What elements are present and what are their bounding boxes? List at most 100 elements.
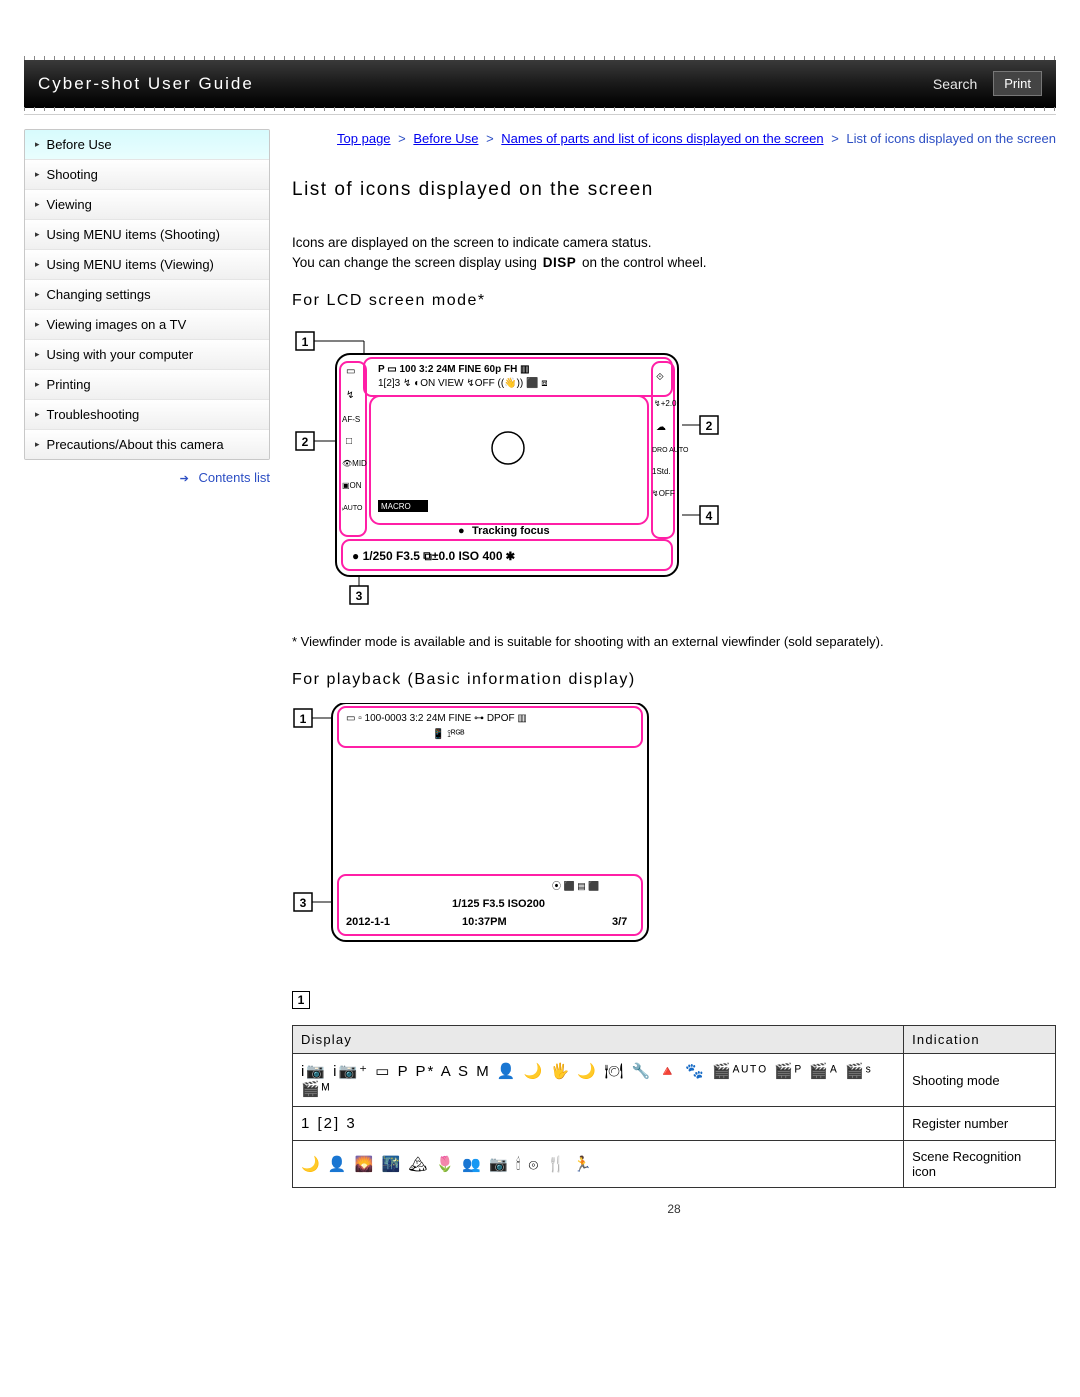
disp-icon: DISP — [541, 253, 579, 274]
intro-line-1: Icons are displayed on the screen to ind… — [292, 235, 651, 250]
chevron-right-icon: ▸ — [35, 349, 40, 360]
breadcrumb-sep: > — [398, 131, 406, 146]
pb-line1: 1/125 F3.5 ISO200 — [452, 898, 545, 910]
breadcrumb-link[interactable]: Top page — [337, 131, 391, 146]
table-row: i📷 i📷⁺ ▭ P P* A S M 👤 🌙 🖐 🌙 🍽 🔧 🔺 🐾 🎬ᴬᵁᵀ… — [293, 1054, 1056, 1107]
lcd-diagram: 1 2 3 2 4 — [292, 324, 1056, 614]
lcd-right-1: ↯+2.0 — [654, 399, 677, 408]
playback-diagram-svg: 1 3 ▭ ▫ 100-0003 3:2 24M FINE — [292, 703, 692, 953]
sidebar: ▸ Before Use ▸ Shooting ▸ Viewing ▸ Usin… — [24, 129, 270, 485]
sidebar-item-label: Viewing — [47, 197, 92, 212]
lcd-left-2: AF-S — [342, 415, 360, 424]
breadcrumb-sep: > — [486, 131, 494, 146]
breadcrumb-sep: > — [831, 131, 839, 146]
section-playback-heading: For playback (Basic information display) — [292, 671, 1056, 689]
indication-cell: Shooting mode — [904, 1054, 1056, 1107]
intro-line-2a: You can change the screen display using — [292, 255, 537, 270]
contents-list-link[interactable]: Contents list — [198, 470, 270, 485]
sidebar-item-menu-viewing[interactable]: ▸ Using MENU items (Viewing) — [25, 250, 269, 280]
pb-top-row: ▭ ▫ 100-0003 3:2 24M FINE ⊶ DPOF ▥ — [346, 713, 527, 724]
lcd-left-6: ᵢAUTO — [342, 505, 363, 512]
lcd-left-5: ▣ON — [342, 481, 362, 490]
sidebar-item-label: Changing settings — [47, 287, 151, 302]
chevron-right-icon: ▸ — [35, 139, 40, 150]
chevron-right-icon: ▸ — [35, 199, 40, 210]
sidebar-item-label: Using MENU items (Shooting) — [47, 227, 220, 242]
display-icons-cell: i📷 i📷⁺ ▭ P P* A S M 👤 🌙 🖐 🌙 🍽 🔧 🔺 🐾 🎬ᴬᵁᵀ… — [293, 1054, 904, 1107]
intro-line-2b: on the control wheel. — [582, 255, 707, 270]
callout-2r: 2 — [706, 419, 713, 433]
chevron-right-icon: ▸ — [35, 259, 40, 270]
sidebar-nav: ▸ Before Use ▸ Shooting ▸ Viewing ▸ Usin… — [24, 129, 270, 460]
lcd-right-2: ☁ — [656, 422, 666, 433]
header-bar: Cyber-shot User Guide Search Print — [24, 60, 1056, 108]
sidebar-item-label: Viewing images on a TV — [47, 317, 187, 332]
sidebar-item-viewing-tv[interactable]: ▸ Viewing images on a TV — [25, 310, 269, 340]
header-decoration-top — [24, 56, 1056, 60]
sidebar-item-before-use[interactable]: ▸ Before Use — [25, 130, 269, 160]
section-lcd-heading: For LCD screen mode* — [292, 292, 1056, 310]
search-link[interactable]: Search — [933, 76, 977, 92]
lcd-left-1: ↯ — [346, 390, 354, 401]
indication-cell: Scene Recognition icon — [904, 1141, 1056, 1188]
chevron-right-icon: ▸ — [35, 439, 40, 450]
icon-table: Display Indication i📷 i📷⁺ ▭ P P* A S M 👤… — [292, 1025, 1056, 1188]
sidebar-item-label: Using with your computer — [47, 347, 194, 362]
pb-top-row2: 📱 ⟟ᴿᴳᴮ — [432, 727, 465, 740]
th-display: Display — [293, 1026, 904, 1054]
pb-count: 3/7 — [612, 916, 627, 928]
lcd-left-4: 👁MID — [342, 459, 367, 468]
header-decoration-bottom — [24, 107, 1056, 111]
arrow-right-icon: ➔ — [180, 473, 189, 485]
breadcrumb: Top page > Before Use > Names of parts a… — [292, 129, 1056, 149]
callout-pb-3: 3 — [300, 896, 307, 910]
chevron-right-icon: ▸ — [35, 379, 40, 390]
sidebar-item-changing-settings[interactable]: ▸ Changing settings — [25, 280, 269, 310]
header-divider — [24, 114, 1056, 115]
indication-cell: Register number — [904, 1107, 1056, 1141]
tracking-focus: Tracking focus — [472, 525, 550, 537]
page-title: List of icons displayed on the screen — [292, 179, 1056, 201]
breadcrumb-current: List of icons displayed on the screen — [846, 131, 1056, 146]
sidebar-item-printing[interactable]: ▸ Printing — [25, 370, 269, 400]
page-number: 28 — [292, 1202, 1056, 1216]
pb-mid: ⦿ ⬛ ▤ ⬛ — [552, 880, 599, 891]
viewfinder-footnote: * Viewfinder mode is available and is su… — [292, 634, 1056, 649]
pb-date: 2012-1-1 — [346, 916, 390, 928]
chevron-right-icon: ▸ — [35, 229, 40, 240]
sidebar-item-label: Troubleshooting — [47, 407, 140, 422]
contents-list-link-wrap: ➔ Contents list — [24, 470, 270, 485]
breadcrumb-link[interactable]: Before Use — [413, 131, 478, 146]
callout-pb-1: 1 — [300, 712, 307, 726]
svg-text:●: ● — [458, 525, 465, 537]
sidebar-item-label: Printing — [47, 377, 91, 392]
sidebar-item-label: Using MENU items (Viewing) — [47, 257, 214, 272]
callout-3: 3 — [356, 589, 363, 603]
lcd-top-row: P ▭ 100 3:2 24M FINE 60p FH ▥ — [378, 364, 530, 375]
lcd-top-row2: 1[2]3 ↯ ◐ON VIEW ↯OFF ((👋)) ⬛ ⧈ — [378, 376, 548, 389]
callout-1: 1 — [302, 335, 309, 349]
chevron-right-icon: ▸ — [35, 169, 40, 180]
sidebar-item-menu-shooting[interactable]: ▸ Using MENU items (Shooting) — [25, 220, 269, 250]
intro-paragraph: Icons are displayed on the screen to ind… — [292, 233, 1056, 275]
lcd-bottom-row: ● 1/250 F3.5 ⧉±0.0 ISO 400 ✱ — [352, 549, 515, 563]
callout-4: 4 — [706, 509, 713, 523]
sidebar-item-computer[interactable]: ▸ Using with your computer — [25, 340, 269, 370]
sidebar-item-precautions[interactable]: ▸ Precautions/About this camera — [25, 430, 269, 459]
lcd-right-3: DRO AUTO — [652, 447, 689, 454]
callout-2: 2 — [302, 435, 309, 449]
sidebar-item-label: Before Use — [47, 137, 112, 152]
sidebar-item-label: Shooting — [47, 167, 98, 182]
sidebar-item-troubleshooting[interactable]: ▸ Troubleshooting — [25, 400, 269, 430]
th-indication: Indication — [904, 1026, 1056, 1054]
sidebar-item-shooting[interactable]: ▸ Shooting — [25, 160, 269, 190]
lcd-right-4: 1Std. — [652, 467, 671, 476]
lcd-right-0: ⟐ — [656, 372, 664, 383]
lcd-right-5: ↯OFF — [652, 489, 675, 498]
macro-label: MACRO — [381, 502, 411, 511]
print-button[interactable]: Print — [993, 71, 1042, 96]
breadcrumb-link[interactable]: Names of parts and list of icons display… — [501, 131, 823, 146]
sidebar-item-viewing[interactable]: ▸ Viewing — [25, 190, 269, 220]
chevron-right-icon: ▸ — [35, 319, 40, 330]
display-icons-cell: 1 [2] 3 — [293, 1107, 904, 1141]
